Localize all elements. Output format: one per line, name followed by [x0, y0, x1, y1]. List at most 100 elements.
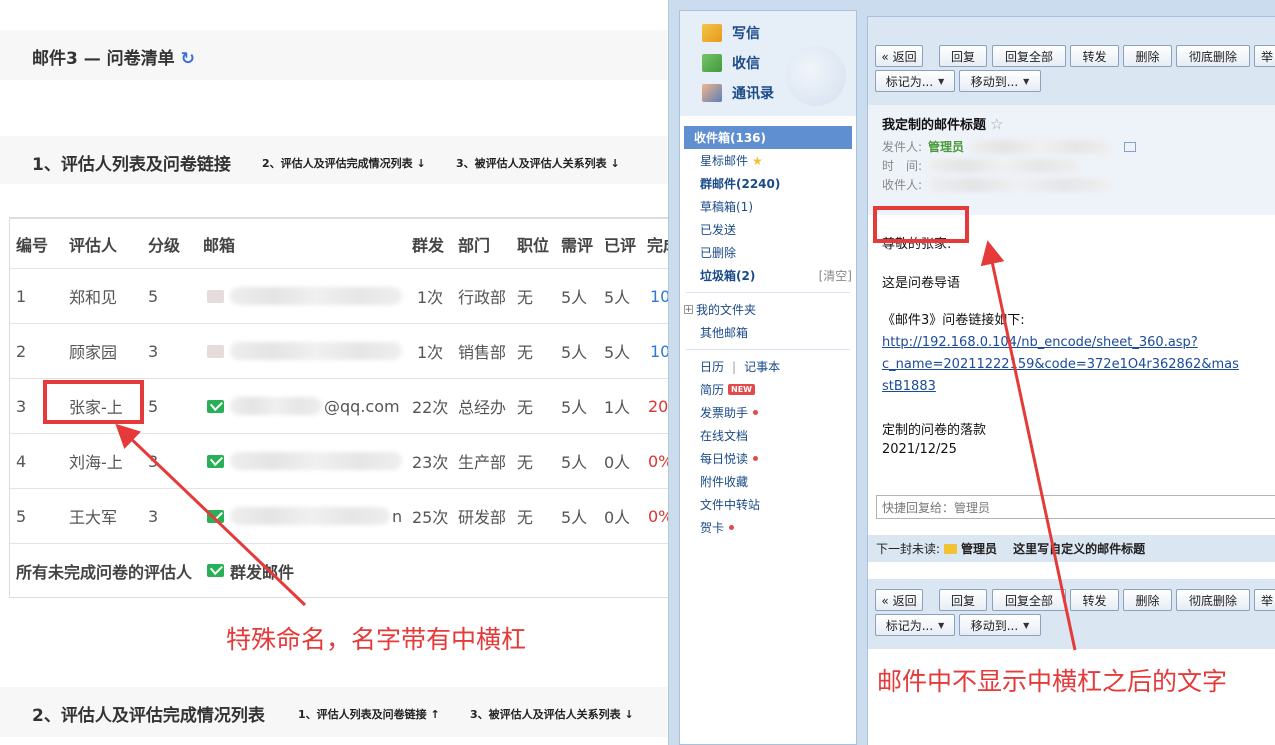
- jump-link-section3[interactable]: 3、被评估人及评估人关系列表 ↓: [470, 706, 634, 722]
- delete-permanently-button[interactable]: 彻底删除: [1176, 45, 1250, 67]
- next-unread-subject[interactable]: 这里写自定义的邮件标题: [1013, 540, 1145, 557]
- inbox-download-icon: [702, 54, 722, 72]
- email-cell: n: [207, 489, 402, 543]
- greeting-card-link[interactable]: 贺卡: [680, 516, 856, 539]
- sender-name[interactable]: 管理员: [928, 138, 964, 155]
- mail-icon[interactable]: [207, 289, 224, 303]
- need-count: 5人: [561, 398, 588, 417]
- star-outline-icon[interactable]: ☆: [990, 115, 1003, 133]
- col-header: 邮箱: [203, 235, 236, 255]
- expand-icon[interactable]: +: [684, 305, 693, 315]
- folder-my-folders[interactable]: + 我的文件夹: [680, 298, 856, 321]
- mail-icon[interactable]: [207, 399, 224, 413]
- star-icon: ★: [752, 153, 763, 168]
- daily-reading-link[interactable]: 每日悦读: [680, 447, 856, 470]
- highlight-box-name: [43, 380, 144, 424]
- send-count: 1次: [417, 343, 444, 362]
- reply-all-button[interactable]: 回复全部: [992, 589, 1066, 611]
- need-count: 5人: [561, 288, 588, 307]
- need-count: 5人: [561, 343, 588, 362]
- table-header-row: 编号 评估人 分级 邮箱 群发 部门 职位 需评 已评 完成: [10, 219, 668, 269]
- clear-junk-link[interactable]: [清空]: [819, 267, 852, 284]
- level: 3: [148, 341, 159, 361]
- completion-rate: 10: [650, 341, 668, 361]
- mail-icon[interactable]: [207, 509, 224, 523]
- report-button[interactable]: 举: [1254, 45, 1275, 67]
- mail-icon[interactable]: [207, 344, 224, 358]
- folder-group-mail[interactable]: 群邮件(2240): [680, 172, 856, 195]
- other-mailboxes[interactable]: 其他邮箱: [680, 321, 856, 344]
- row-number: 4: [16, 451, 27, 471]
- contact-card-icon: [702, 84, 722, 102]
- calendar-link[interactable]: 日历: [700, 358, 724, 375]
- delete-permanently-button[interactable]: 彻底删除: [1176, 589, 1250, 611]
- contacts-button[interactable]: 通讯录: [702, 83, 774, 103]
- calendar-notepad: 日历 | 记事本: [700, 358, 781, 375]
- folder-drafts[interactable]: 草稿箱(1): [680, 195, 856, 218]
- signature-date: 2021/12/25: [882, 442, 957, 457]
- mark-as-dropdown[interactable]: 标记为... ▼: [875, 70, 955, 92]
- section2-header: 2、评估人及评估完成情况列表 1、评估人列表及问卷链接 ↑ 3、被评估人及评估人…: [0, 687, 668, 737]
- next-unread-sender[interactable]: 管理员: [961, 540, 997, 557]
- reply-button[interactable]: 回复: [939, 589, 987, 611]
- done-count: 1人: [604, 398, 631, 417]
- folder-deleted[interactable]: 已删除: [680, 241, 856, 264]
- page-title: 邮件3 — 问卷清单 ↻: [32, 49, 195, 69]
- qq-penguin-logo: [786, 46, 846, 106]
- email-domain: @qq.com: [324, 396, 400, 416]
- notepad-link[interactable]: 记事本: [744, 358, 780, 375]
- questionnaire-link[interactable]: http://192.168.0.104/nb_encode/sheet_360…: [882, 332, 1239, 398]
- file-transfer-link[interactable]: 文件中转站: [680, 493, 856, 516]
- level: 5: [148, 286, 159, 306]
- table-row: 5 王大军 3 n 25次 研发部 无 5人 0人 0%: [10, 489, 668, 544]
- compose-button[interactable]: 写信: [702, 23, 760, 43]
- reply-button[interactable]: 回复: [939, 45, 987, 67]
- jump-link-section3[interactable]: 3、被评估人及评估人关系列表 ↓: [456, 155, 620, 171]
- move-to-dropdown[interactable]: 移动到... ▼: [959, 70, 1041, 92]
- folder-junk[interactable]: 垃圾箱(2) [清空]: [680, 264, 856, 287]
- new-badge: NEW: [728, 384, 755, 395]
- delete-button[interactable]: 删除: [1123, 45, 1172, 67]
- back-button[interactable]: « 返回: [875, 45, 923, 67]
- mark-as-dropdown[interactable]: 标记为... ▼: [875, 614, 955, 636]
- folder-list: 收件箱(136) 星标邮件 ★ 群邮件(2240) 草稿箱(1) 已发送 已删除 …: [680, 126, 856, 539]
- section2-title: 2、评估人及评估完成情况列表: [32, 706, 265, 726]
- email-cell: [207, 324, 402, 378]
- redacted-sender-email: [970, 139, 1111, 154]
- reply-all-button[interactable]: 回复全部: [992, 45, 1066, 67]
- refresh-icon[interactable]: ↻: [181, 49, 195, 69]
- table-row: 2 顾家园 3 1次 销售部 无 5人 5人 10: [10, 324, 668, 379]
- col-header: 完成: [647, 235, 668, 255]
- folder-sent[interactable]: 已发送: [680, 218, 856, 241]
- mail-header: 我定制的邮件标题 ☆ 发件人: 管理员 时 间: 收件人:: [868, 105, 1275, 215]
- move-to-dropdown[interactable]: 移动到... ▼: [959, 614, 1041, 636]
- evaluator-name: 刘海-上: [69, 453, 123, 472]
- folder-starred[interactable]: 星标邮件 ★: [680, 149, 856, 172]
- forward-button[interactable]: 转发: [1070, 589, 1119, 611]
- redacted-email: [230, 342, 402, 360]
- invoice-assistant-link[interactable]: 发票助手: [680, 401, 856, 424]
- row-number: 1: [16, 286, 27, 306]
- report-button[interactable]: 举: [1254, 589, 1275, 611]
- quick-reply-input[interactable]: 快捷回复给：管理员: [876, 495, 1275, 519]
- online-docs-link[interactable]: 在线文档: [680, 424, 856, 447]
- completion-rate: 20: [648, 396, 668, 416]
- mail-toolbar-bottom: « 返回 回复 回复全部 转发 删除 彻底删除 举 标记为... ▼ 移动到...…: [868, 579, 1275, 649]
- mass-mail-button[interactable]: 群发邮件: [207, 544, 294, 597]
- email-cell: @qq.com: [207, 379, 400, 433]
- evaluator-name: 王大军: [69, 508, 118, 527]
- back-button[interactable]: « 返回: [875, 589, 923, 611]
- folder-inbox[interactable]: 收件箱(136): [684, 126, 852, 149]
- jump-link-section1[interactable]: 1、评估人列表及问卷链接 ↑: [298, 706, 440, 722]
- mail-icon[interactable]: [207, 454, 224, 468]
- position: 无: [517, 398, 534, 417]
- done-count: 0人: [604, 508, 631, 527]
- receive-button[interactable]: 收信: [702, 53, 760, 73]
- contact-card-icon[interactable]: [1124, 141, 1137, 152]
- forward-button[interactable]: 转发: [1070, 45, 1119, 67]
- col-header: 评估人: [69, 235, 118, 255]
- delete-button[interactable]: 删除: [1123, 589, 1172, 611]
- jump-link-section2[interactable]: 2、评估人及评估完成情况列表 ↓: [262, 155, 426, 171]
- attachment-favorites-link[interactable]: 附件收藏: [680, 470, 856, 493]
- resume-link[interactable]: 简历 NEW: [680, 378, 856, 401]
